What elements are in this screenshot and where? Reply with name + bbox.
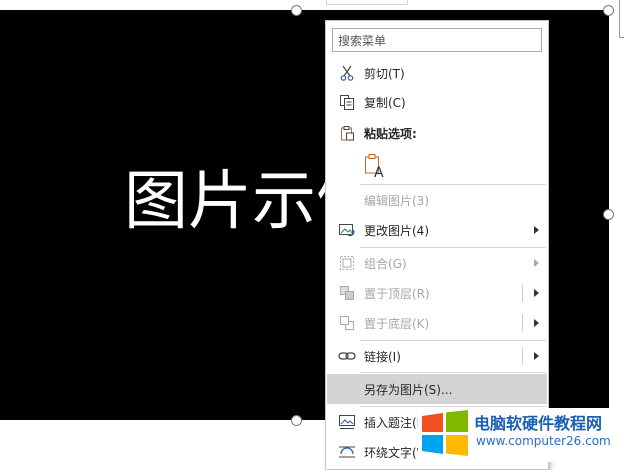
submenu-arrow-icon (534, 259, 539, 267)
watermark-title: 电脑软硬件教程网 (474, 414, 603, 433)
submenu-arrow-icon (534, 226, 539, 234)
insert-caption-icon (337, 413, 357, 431)
wrap-text-icon (337, 443, 357, 461)
mini-toolbar-edge (326, 0, 408, 5)
context-menu: 搜索菜单 剪切(T) 复制(C) 粘贴选项: A 编辑图片(3) 更改图片(4) (325, 20, 549, 470)
windows-logo-icon (420, 410, 470, 460)
scissors-icon (337, 64, 357, 82)
menu-item-group: 组合(G) (327, 249, 547, 277)
copy-icon (337, 93, 357, 111)
menu-item-label: 更改图片(4) (364, 224, 429, 238)
submenu-arrow-icon[interactable] (534, 352, 539, 360)
split-divider (522, 284, 523, 302)
menu-item-link[interactable]: 链接(I) (327, 342, 547, 370)
menu-item-label: 组合(G) (364, 257, 407, 271)
menu-item-change-picture[interactable]: 更改图片(4) (327, 216, 547, 244)
resize-handle-top[interactable] (291, 5, 302, 16)
paste-keep-text-icon: A (364, 153, 386, 182)
svg-text:A: A (374, 165, 384, 179)
menu-item-label: 链接(I) (364, 350, 401, 364)
search-menu-input[interactable]: 搜索菜单 (332, 28, 542, 52)
link-icon (337, 347, 357, 365)
menu-item-save-as-picture[interactable]: 另存为图片(S)... (327, 374, 547, 404)
site-watermark: 电脑软硬件教程网 www.computer26.com (418, 408, 624, 462)
bring-to-front-icon (337, 284, 357, 302)
layout-options-edge (619, 0, 624, 38)
menu-separator (360, 406, 546, 407)
menu-item-label: 编辑图片(3) (364, 194, 429, 208)
change-picture-icon (337, 221, 357, 239)
paste-option-keep-text[interactable]: A (360, 149, 400, 183)
menu-item-label: 复制(C) (364, 96, 406, 110)
menu-item-edit-picture: 编辑图片(3) (327, 186, 547, 214)
menu-item-send-to-back: 置于底层(K) (327, 309, 547, 337)
menu-separator (360, 372, 546, 373)
menu-item-label: 置于顶层(R) (364, 287, 430, 301)
group-icon (337, 254, 357, 272)
submenu-arrow-icon[interactable] (534, 319, 539, 327)
menu-item-label: 剪切(T) (364, 67, 405, 81)
menu-item-paste-options: 粘贴选项: (327, 119, 547, 147)
split-divider (522, 347, 523, 365)
menu-item-label: 粘贴选项: (364, 127, 417, 141)
menu-item-cut[interactable]: 剪切(T) (327, 59, 547, 87)
split-divider (522, 314, 523, 332)
send-to-back-icon (337, 314, 357, 332)
clipboard-icon (337, 124, 357, 142)
menu-item-label: 置于底层(K) (364, 317, 430, 331)
menu-separator (360, 340, 546, 341)
menu-separator (360, 247, 546, 248)
watermark-url: www.computer26.com (476, 434, 611, 448)
resize-handle-top-right[interactable] (603, 5, 614, 16)
submenu-arrow-icon[interactable] (534, 289, 539, 297)
resize-handle-bottom[interactable] (291, 415, 302, 426)
menu-separator (360, 184, 546, 185)
menu-item-label: 另存为图片(S)... (364, 383, 453, 397)
menu-item-bring-to-front: 置于顶层(R) (327, 279, 547, 307)
menu-item-copy[interactable]: 复制(C) (327, 88, 547, 116)
resize-handle-right[interactable] (603, 209, 614, 220)
